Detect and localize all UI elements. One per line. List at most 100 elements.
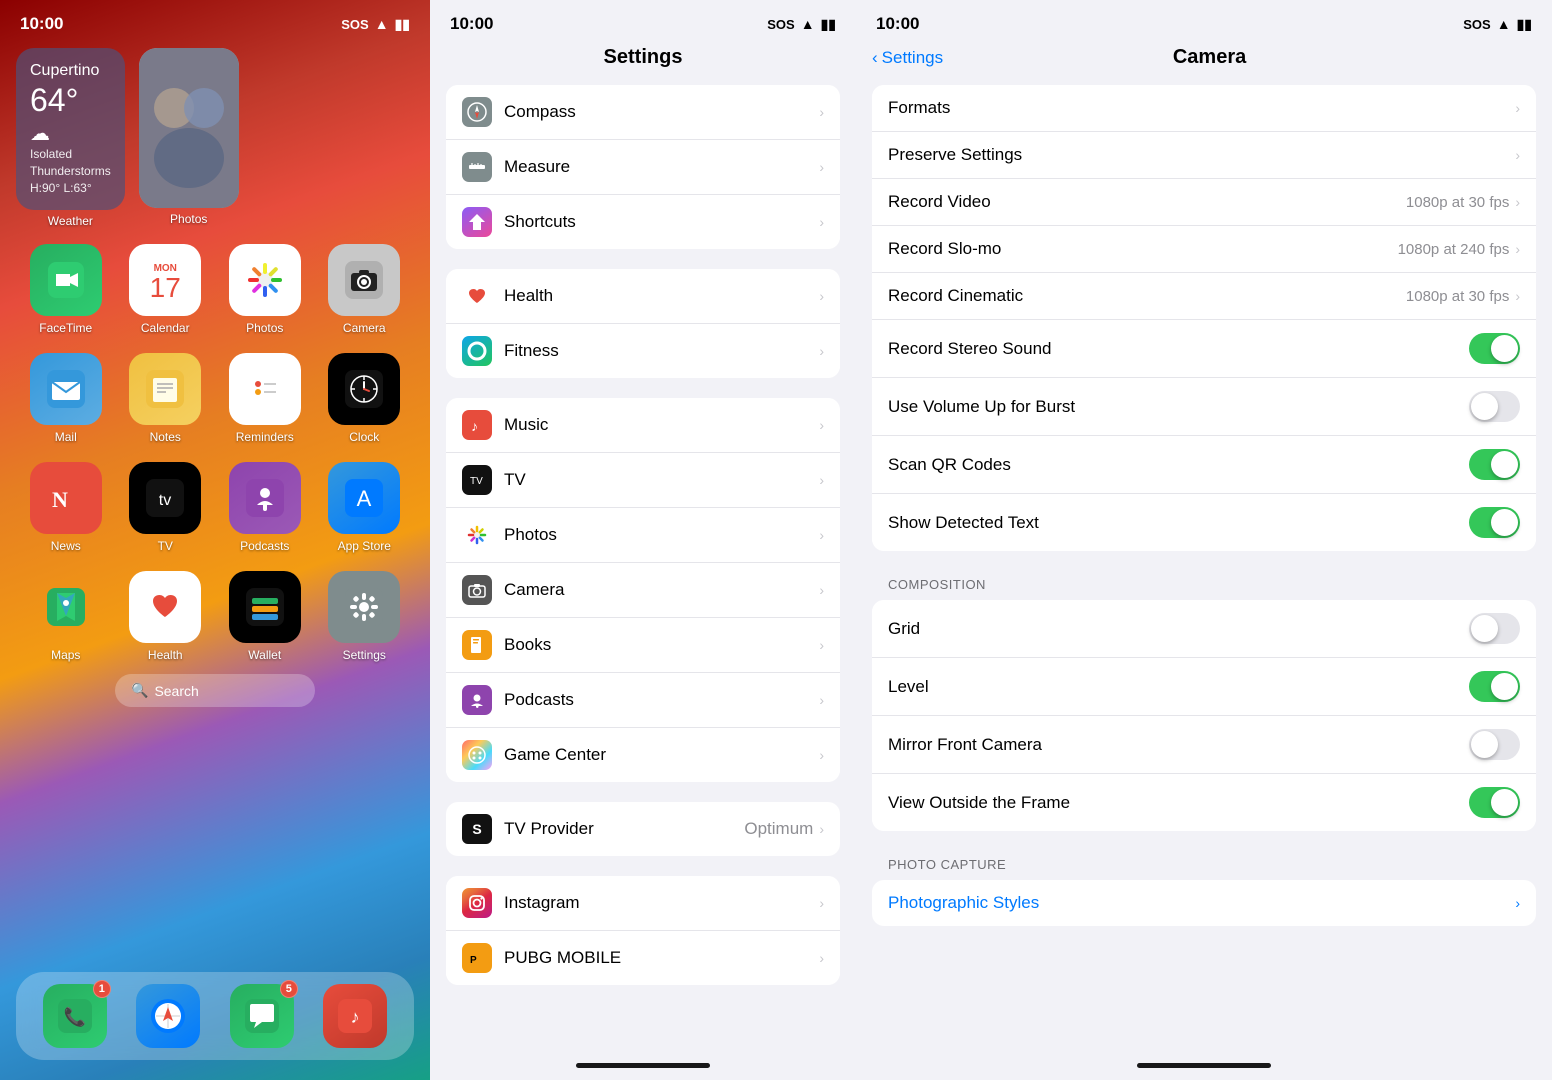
camera-panel: 10:00 SOS ▲ ▮▮ ‹ Settings Camera Formats… [856, 0, 1552, 1080]
volume-burst-toggle[interactable] [1469, 391, 1520, 422]
camera-row-formats[interactable]: Formats › [872, 85, 1536, 132]
settings-row-tvprovider[interactable]: S TV Provider Optimum › [446, 802, 840, 856]
search-label: Search [154, 683, 198, 699]
app-mail[interactable]: Mail [20, 353, 112, 444]
settings-row-camera[interactable]: Camera › [446, 563, 840, 618]
news-label: News [51, 539, 81, 553]
level-toggle[interactable] [1469, 671, 1520, 702]
record-video-chevron: › [1515, 194, 1520, 210]
grid-toggle[interactable] [1469, 613, 1520, 644]
news-icon: N [30, 462, 102, 534]
app-wallet[interactable]: Wallet [219, 571, 311, 662]
settings-row-gamecenter[interactable]: Game Center › [446, 728, 840, 782]
volume-burst-label: Use Volume Up for Burst [888, 397, 1469, 417]
stereo-toggle[interactable] [1469, 333, 1520, 364]
view-outside-knob [1491, 789, 1518, 816]
svg-text:P: P [470, 955, 477, 966]
photos-widget[interactable] [139, 48, 239, 208]
dock-safari[interactable] [136, 984, 200, 1048]
podcasts-label: Podcasts [240, 539, 289, 553]
camera-row-grid[interactable]: Grid [872, 600, 1536, 658]
health-icon [129, 571, 201, 643]
instagram-chevron: › [819, 895, 824, 911]
mirror-knob [1471, 731, 1498, 758]
camera-row-preserve[interactable]: Preserve Settings › [872, 132, 1536, 179]
camera-row-record-slomo[interactable]: Record Slo-mo 1080p at 240 fps › [872, 226, 1536, 273]
home-screen: 10:00 SOS ▲ ▮▮ Cupertino 64° ☁ IsolatedT… [0, 0, 430, 1080]
app-tv[interactable]: tv TV [120, 462, 212, 553]
app-podcasts[interactable]: Podcasts [219, 462, 311, 553]
scan-qr-toggle[interactable] [1469, 449, 1520, 480]
dock-messages[interactable]: 5 [230, 984, 294, 1048]
view-outside-toggle[interactable] [1469, 787, 1520, 818]
search-bar[interactable]: 🔍 Search [115, 674, 315, 707]
settings-row-books[interactable]: Books › [446, 618, 840, 673]
app-notes[interactable]: Notes [120, 353, 212, 444]
app-appstore[interactable]: A App Store [319, 462, 411, 553]
photographic-styles-chevron: › [1515, 895, 1520, 911]
record-cinematic-label: Record Cinematic [888, 286, 1406, 306]
weather-label: Weather [16, 214, 125, 228]
dock-music[interactable]: ♪ [323, 984, 387, 1048]
settings-row-compass[interactable]: Compass › [446, 85, 840, 140]
compass-label: Compass [504, 102, 819, 122]
camera-row-show-detected[interactable]: Show Detected Text [872, 494, 1536, 551]
sos-home: SOS [341, 17, 368, 32]
maps-label: Maps [51, 648, 80, 662]
camera-row-stereo[interactable]: Record Stereo Sound [872, 320, 1536, 378]
compass-icon [462, 97, 492, 127]
settings-row-health[interactable]: Health › [446, 269, 840, 324]
settings-row-measure[interactable]: Measure › [446, 140, 840, 195]
back-button[interactable]: ‹ Settings [872, 48, 943, 68]
wallet-icon [229, 571, 301, 643]
record-slomo-chevron: › [1515, 241, 1520, 257]
photographic-styles-label: Photographic Styles [888, 893, 1515, 913]
settings-row-pubg[interactable]: P PUBG MOBILE › [446, 931, 840, 985]
camera-row-record-cinematic[interactable]: Record Cinematic 1080p at 30 fps › [872, 273, 1536, 320]
app-maps[interactable]: Maps [20, 571, 112, 662]
tvprovider-label: TV Provider [504, 819, 744, 839]
app-settings[interactable]: Settings [319, 571, 411, 662]
app-news[interactable]: N News [20, 462, 112, 553]
fitness-chevron: › [819, 343, 824, 359]
camera-row-photographic-styles[interactable]: Photographic Styles › [872, 880, 1536, 926]
app-clock[interactable]: Clock [319, 353, 411, 444]
app-calendar[interactable]: MON 17 Calendar [120, 244, 212, 335]
show-detected-toggle[interactable] [1469, 507, 1520, 538]
camera-row-mirror[interactable]: Mirror Front Camera [872, 716, 1536, 774]
appstore-icon: A [328, 462, 400, 534]
dock-phone[interactable]: 1 📞 [43, 984, 107, 1048]
app-camera[interactable]: Camera [319, 244, 411, 335]
settings-row-shortcuts[interactable]: Shortcuts › [446, 195, 840, 249]
settings-group-5: Instagram › P PUBG MOBILE › [446, 876, 840, 985]
show-detected-label: Show Detected Text [888, 513, 1469, 533]
camera-row-volume-burst[interactable]: Use Volume Up for Burst [872, 378, 1536, 436]
settings-row-photos[interactable]: Photos › [446, 508, 840, 563]
settings-row-instagram[interactable]: Instagram › [446, 876, 840, 931]
time-settings: 10:00 [450, 14, 493, 34]
preserve-chevron: › [1515, 147, 1520, 163]
app-health[interactable]: Health [120, 571, 212, 662]
notes-icon [129, 353, 201, 425]
mirror-toggle[interactable] [1469, 729, 1520, 760]
app-photos[interactable]: Photos [219, 244, 311, 335]
settings-row-fitness[interactable]: Fitness › [446, 324, 840, 378]
settings-row-tv[interactable]: TV TV › [446, 453, 840, 508]
camera-scroll[interactable]: Formats › Preserve Settings › Record Vid… [856, 85, 1552, 1063]
weather-widget[interactable]: Cupertino 64° ☁ IsolatedThunderstormsH:9… [16, 48, 125, 210]
music-icon: ♪ [323, 984, 387, 1048]
camera-row-level[interactable]: Level [872, 658, 1536, 716]
settings-group-1: Compass › Measure › Shortcuts › [446, 85, 840, 249]
app-reminders[interactable]: Reminders [219, 353, 311, 444]
level-label: Level [888, 677, 1469, 697]
settings-row-music[interactable]: ♪ Music › [446, 398, 840, 453]
camera-row-view-outside[interactable]: View Outside the Frame [872, 774, 1536, 831]
settings-row-podcasts[interactable]: Podcasts › [446, 673, 840, 728]
settings-scroll[interactable]: Compass › Measure › Shortcuts › [430, 85, 856, 1063]
health-label: Health [148, 648, 183, 662]
app-facetime[interactable]: FaceTime [20, 244, 112, 335]
camera-row-scan-qr[interactable]: Scan QR Codes [872, 436, 1536, 494]
camera-row-record-video[interactable]: Record Video 1080p at 30 fps › [872, 179, 1536, 226]
weather-temp: 64° [30, 82, 111, 119]
grid-label: Grid [888, 619, 1469, 639]
